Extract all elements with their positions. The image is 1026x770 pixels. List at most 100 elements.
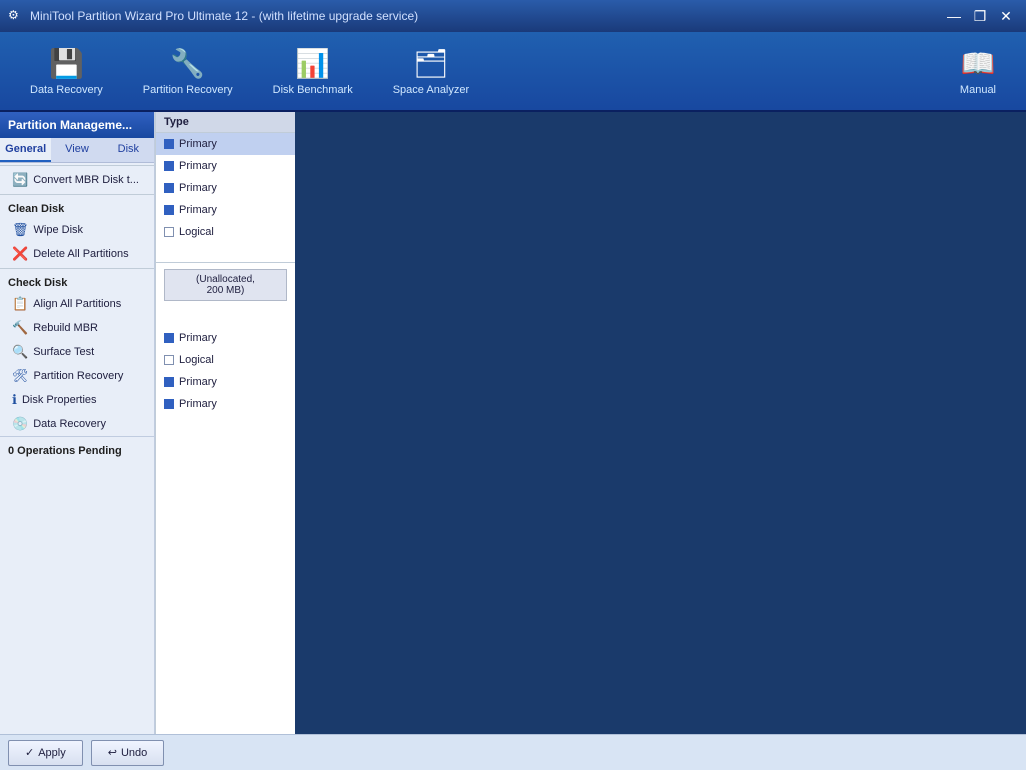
- sidebar-item-surface-test[interactable]: 🔍 Surface Test: [0, 340, 154, 364]
- sidebar-item-label-align: Align All Partitions: [33, 298, 121, 310]
- app-title: MiniTool Partition Wizard Pro Ultimate 1…: [30, 9, 418, 23]
- toolbar-item-disk-benchmark[interactable]: 📊 Disk Benchmark: [253, 39, 373, 104]
- restore-button[interactable]: ❐: [968, 4, 992, 28]
- type-dot-1: [164, 161, 174, 171]
- type-label-6: Primary: [179, 332, 217, 344]
- partition-recovery-sidebar-icon: 🛠: [12, 368, 29, 384]
- type-dot-4: [164, 227, 174, 237]
- toolbar-label-partition-recovery: Partition Recovery: [143, 84, 233, 96]
- type-dot-2: [164, 183, 174, 193]
- sidebar-item-label-disk-props: Disk Properties: [22, 394, 97, 406]
- title-bar-left: ⚙ MiniTool Partition Wizard Pro Ultimate…: [8, 8, 418, 24]
- type-dot-3: [164, 205, 174, 215]
- type-label-2: Primary: [179, 182, 217, 194]
- toolbar-label-space-analyzer: Space Analyzer: [393, 84, 469, 96]
- apply-checkmark: ✓: [25, 746, 34, 759]
- sidebar-item-label-convert: Convert MBR Disk t...: [33, 174, 139, 186]
- type-dot-0: [164, 139, 174, 149]
- space-analyzer-icon: 🗂: [413, 47, 449, 80]
- sidebar-item-partition-recovery[interactable]: 🛠 Partition Recovery: [0, 364, 154, 388]
- sidebar-item-data-recovery[interactable]: 💿 Data Recovery: [0, 412, 154, 436]
- check-disk-title: Check Disk: [0, 271, 154, 292]
- type-panel-header: Type: [156, 112, 295, 133]
- type-dot-8: [164, 377, 174, 387]
- toolbar-item-data-recovery[interactable]: 💾 Data Recovery: [10, 39, 123, 104]
- title-bar-controls: — ❐ ✕: [942, 4, 1018, 28]
- sidebar-item-label-delete: Delete All Partitions: [33, 248, 128, 260]
- title-bar: ⚙ MiniTool Partition Wizard Pro Ultimate…: [0, 0, 1026, 32]
- data-recovery-sidebar-icon: 💿: [12, 416, 28, 432]
- sidebar-item-wipe-disk[interactable]: 🗑 Wipe Disk: [0, 218, 154, 242]
- main-area: Partition Manageme... General View Disk …: [0, 112, 1026, 734]
- app-icon: ⚙: [8, 8, 24, 24]
- type-item-2[interactable]: Primary: [156, 177, 295, 199]
- sidebar-item-rebuild-mbr[interactable]: 🔨 Rebuild MBR: [0, 316, 154, 340]
- clean-disk-title: Clean Disk: [0, 197, 154, 218]
- unallocated-block[interactable]: (Unallocated, 200 MB): [164, 269, 287, 301]
- data-recovery-icon: 💾: [49, 47, 84, 80]
- sidebar-tab-view[interactable]: View: [51, 138, 102, 162]
- wipe-disk-icon: 🗑: [12, 222, 29, 238]
- sidebar-item-label-surface: Surface Test: [33, 346, 94, 358]
- sidebar-item-label-data-recovery: Data Recovery: [33, 418, 106, 430]
- sidebar: Partition Manageme... General View Disk …: [0, 112, 155, 734]
- sidebar-tab-general[interactable]: General: [0, 138, 51, 162]
- type-item-8[interactable]: Primary: [156, 371, 295, 393]
- toolbar-label-data-recovery: Data Recovery: [30, 84, 103, 96]
- type-label-7: Logical: [179, 354, 214, 366]
- type-label-9: Primary: [179, 398, 217, 410]
- type-label-8: Primary: [179, 376, 217, 388]
- toolbar-item-partition-recovery[interactable]: 🔧 Partition Recovery: [123, 39, 253, 104]
- type-item-6[interactable]: Primary: [156, 327, 295, 349]
- type-spacer2: [156, 307, 295, 327]
- toolbar-manual[interactable]: 📖 Manual: [940, 39, 1016, 104]
- minimize-button[interactable]: —: [942, 4, 966, 28]
- rebuild-mbr-icon: 🔨: [12, 320, 28, 336]
- type-item-7[interactable]: Logical: [156, 349, 295, 371]
- disk-properties-icon: ℹ: [12, 392, 17, 408]
- apply-label: Apply: [38, 747, 66, 759]
- type-dot-6: [164, 333, 174, 343]
- apply-button[interactable]: ✓ Apply: [8, 740, 83, 766]
- toolbar-item-space-analyzer[interactable]: 🗂 Space Analyzer: [373, 39, 489, 104]
- align-partitions-icon: 📋: [12, 296, 28, 312]
- type-panel: Type Primary Primary Primary Primary Log…: [155, 112, 295, 734]
- unallocated-label2: 200 MB): [171, 285, 280, 296]
- sidebar-pending: 0 Operations Pending: [0, 436, 154, 465]
- sidebar-item-disk-properties[interactable]: ℹ Disk Properties: [0, 388, 154, 412]
- sidebar-item-label-rebuild: Rebuild MBR: [33, 322, 98, 334]
- manual-icon: 📖: [961, 47, 996, 80]
- convert-mbr-icon: 🔄: [12, 172, 28, 188]
- type-item-1[interactable]: Primary: [156, 155, 295, 177]
- undo-label: Undo: [121, 747, 147, 759]
- toolbar-label-manual: Manual: [960, 84, 996, 96]
- type-item-4[interactable]: Logical: [156, 221, 295, 243]
- sidebar-item-label-partition-recovery: Partition Recovery: [34, 370, 124, 382]
- type-item-3[interactable]: Primary: [156, 199, 295, 221]
- sidebar-tab-disk[interactable]: Disk: [103, 138, 154, 162]
- type-label-0: Primary: [179, 138, 217, 150]
- undo-button[interactable]: ↩ Undo: [91, 740, 165, 766]
- content-area: 🔍 Surface Test □ ✕ Device: "Disk 1": [155, 112, 295, 734]
- sidebar-item-align-partitions[interactable]: 📋 Align All Partitions: [0, 292, 154, 316]
- undo-arrow: ↩: [108, 746, 117, 759]
- sidebar-header: Partition Manageme...: [0, 112, 154, 138]
- unallocated-label: (Unallocated,: [171, 274, 280, 285]
- bottom-bar: ✓ Apply ↩ Undo: [0, 734, 1026, 770]
- type-label-1: Primary: [179, 160, 217, 172]
- type-dot-7: [164, 355, 174, 365]
- partition-recovery-icon: 🔧: [170, 47, 205, 80]
- toolbar-label-disk-benchmark: Disk Benchmark: [273, 84, 353, 96]
- type-item-9[interactable]: Primary: [156, 393, 295, 415]
- close-button[interactable]: ✕: [994, 4, 1018, 28]
- delete-partitions-icon: ❌: [12, 246, 28, 262]
- sidebar-tabs: General View Disk: [0, 138, 154, 163]
- type-label-3: Primary: [179, 204, 217, 216]
- surface-test-icon: 🔍: [12, 344, 28, 360]
- type-label-4: Logical: [179, 226, 214, 238]
- type-dot-9: [164, 399, 174, 409]
- sidebar-item-delete-partitions[interactable]: ❌ Delete All Partitions: [0, 242, 154, 266]
- sidebar-item-label-wipe: Wipe Disk: [34, 224, 84, 236]
- type-item-0[interactable]: Primary: [156, 133, 295, 155]
- sidebar-item-convert-mbr[interactable]: 🔄 Convert MBR Disk t...: [0, 168, 154, 192]
